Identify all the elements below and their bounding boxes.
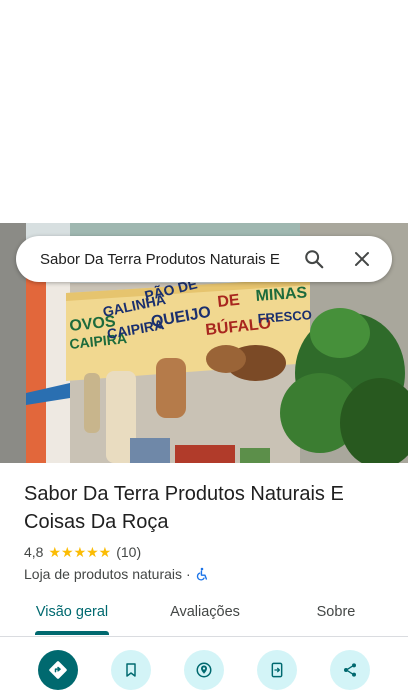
nearby-icon: [196, 662, 212, 678]
clear-search-button[interactable]: [338, 236, 386, 282]
save-button[interactable]: [111, 650, 151, 690]
send-to-phone-button[interactable]: [257, 650, 297, 690]
rating-stars: ★★★★★: [48, 543, 112, 560]
place-category: Loja de produtos naturais: [24, 566, 182, 582]
map-area: [0, 0, 408, 223]
separator-dot: ·: [186, 566, 191, 582]
nearby-button[interactable]: [184, 650, 224, 690]
wheelchair-icon: [196, 567, 207, 581]
tab-about[interactable]: Sobre: [296, 592, 376, 634]
place-title: Sabor Da Terra Produtos Naturais E Coisa…: [24, 483, 344, 533]
close-icon: [355, 252, 369, 266]
review-count: (10): [116, 544, 142, 560]
send-to-phone-icon: [271, 662, 283, 678]
search-bar[interactable]: Sabor Da Terra Produtos Naturais E: [16, 236, 392, 282]
rating-row[interactable]: 4,8 ★★★★★ (10): [24, 542, 141, 562]
search-button[interactable]: [290, 236, 338, 282]
search-icon: [305, 250, 324, 269]
directions-icon: [49, 661, 67, 679]
active-tab-indicator: [35, 631, 109, 635]
search-input[interactable]: Sabor Da Terra Produtos Naturais E: [16, 251, 290, 268]
category-row: Loja de produtos naturais ·: [24, 564, 209, 584]
tab-reviews[interactable]: Avaliações: [150, 592, 260, 634]
rating-value: 4,8: [24, 544, 44, 560]
sign-minas: MINAS: [255, 284, 308, 305]
directions-button[interactable]: [38, 650, 78, 690]
tab-overview[interactable]: Visão geral: [22, 592, 122, 634]
bookmark-icon: [126, 663, 136, 677]
share-icon: [344, 663, 356, 677]
share-button[interactable]: [330, 650, 370, 690]
action-buttons: [0, 650, 408, 690]
sign-de: DE: [217, 292, 241, 311]
